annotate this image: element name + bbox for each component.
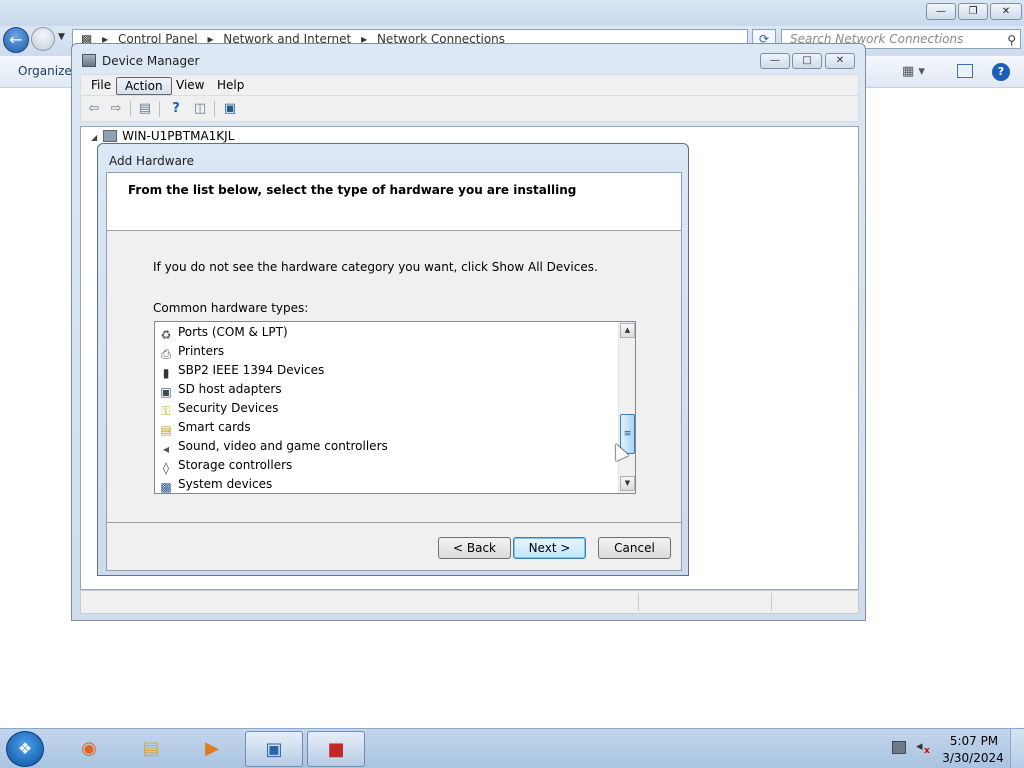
- list-item[interactable]: ♻ Ports (COM & LPT): [159, 323, 609, 342]
- add-hardware-dialog: Add Hardware From the list below, select…: [97, 143, 689, 576]
- scroll-down-icon[interactable]: ▼: [620, 476, 635, 491]
- printer-icon: ⎙: [161, 347, 171, 361]
- close-button[interactable]: ✕: [990, 3, 1022, 20]
- list-item-label: Sound, video and game controllers: [178, 439, 388, 453]
- list-item-label: System devices: [178, 477, 273, 491]
- explorer-titlebar: — ❐ ✕: [0, 0, 1024, 26]
- wizard-header: From the list below, select the type of …: [107, 173, 681, 231]
- list-item-label: Smart cards: [178, 420, 251, 434]
- back-arrow-icon[interactable]: ←: [3, 27, 29, 53]
- hardware-type-list[interactable]: ♻ Ports (COM & LPT) ⎙ Printers ▮ SBP2 IEEE …: [154, 321, 636, 494]
- minimize-button[interactable]: —: [760, 53, 790, 69]
- clock-time[interactable]: 5:07 PM: [946, 734, 1002, 748]
- help-icon[interactable]: ?: [167, 100, 185, 117]
- volume-icon[interactable]: ◂: [916, 739, 923, 754]
- list-item-label: SD host adapters: [178, 382, 282, 396]
- list-item[interactable]: ◂ Sound, video and game controllers: [159, 437, 609, 456]
- show-hide-console-tree-icon[interactable]: ▤: [136, 100, 154, 117]
- dialog-title: Add Hardware: [109, 154, 194, 168]
- toolbox-icon[interactable]: ■: [307, 731, 365, 767]
- show-desktop-button[interactable]: [1010, 729, 1024, 768]
- restore-button[interactable]: ❐: [958, 3, 988, 20]
- port-icon: ♻: [160, 328, 172, 342]
- list-item-label: Printers: [178, 344, 225, 358]
- smart-card-icon: ▤: [160, 423, 172, 437]
- dialog-body: From the list below, select the type of …: [106, 172, 682, 571]
- maximize-button[interactable]: □: [792, 53, 822, 69]
- list-item-label: Storage controllers: [178, 458, 293, 472]
- list-item[interactable]: ▣ SD host adapters: [159, 380, 609, 399]
- taskbar: ❖ ◉ ▤ ▶ ▣ ■ ◂ x 5:07 PM 3/30/2024: [0, 728, 1024, 768]
- list-item[interactable]: ▩ System devices: [159, 475, 609, 494]
- close-button[interactable]: ✕: [825, 53, 855, 69]
- list-item[interactable]: ⎙ Printers: [159, 342, 609, 361]
- help-icon[interactable]: ?: [992, 63, 1010, 81]
- menu-view[interactable]: View: [168, 77, 212, 95]
- list-item[interactable]: ⚿ Security Devices: [159, 399, 609, 418]
- scroll-up-icon[interactable]: ▲: [620, 323, 635, 338]
- toolbar: ⇦ ⇨ ▤ ? ◫ ▣: [80, 96, 859, 122]
- firefox-icon[interactable]: ◉: [60, 731, 118, 767]
- instructions-text: If you do not see the hardware category …: [153, 260, 598, 274]
- speaker-icon: ◂: [162, 442, 170, 456]
- toolbar-separator: [130, 101, 131, 117]
- key-icon: ⚿: [161, 404, 171, 418]
- computer-icon: ▩: [160, 480, 172, 494]
- window-title: Device Manager: [102, 54, 200, 68]
- tree-root-node[interactable]: ◢ WIN-U1PBTMA1KJL: [91, 129, 234, 143]
- control-panel-icon[interactable]: ▣: [245, 731, 303, 767]
- list-item-label: Security Devices: [178, 401, 279, 415]
- forward-arrow-icon[interactable]: [31, 27, 55, 51]
- device-manager-icon: [82, 54, 96, 67]
- computer-icon: [103, 130, 118, 142]
- forward-arrow-icon[interactable]: ⇨: [107, 100, 125, 117]
- cancel-button[interactable]: Cancel: [598, 537, 671, 559]
- wizard-header-text: From the list below, select the type of …: [128, 183, 577, 197]
- clock-date[interactable]: 3/30/2024: [940, 751, 1006, 765]
- minimize-button[interactable]: —: [926, 3, 956, 20]
- collapse-triangle-icon[interactable]: ◢: [91, 133, 97, 142]
- menu-help[interactable]: Help: [209, 77, 252, 95]
- menu-file[interactable]: File: [83, 77, 119, 95]
- status-separator: [771, 593, 772, 611]
- status-bar: [80, 590, 859, 614]
- list-item-label: Ports (COM & LPT): [178, 325, 288, 339]
- footer-divider: [107, 522, 681, 523]
- recent-pages-dropdown-icon[interactable]: ▼: [58, 32, 65, 42]
- list-item[interactable]: ▮ SBP2 IEEE 1394 Devices: [159, 361, 609, 380]
- show-action-pane-icon[interactable]: ◫: [191, 100, 209, 117]
- storage-controller-icon: ◊: [163, 461, 169, 475]
- network-icon[interactable]: [892, 741, 906, 754]
- toolbar-separator: [214, 101, 215, 117]
- menu-bar: File Action View Help: [80, 74, 859, 96]
- list-item[interactable]: ◊ Storage controllers: [159, 456, 609, 475]
- preview-pane-icon[interactable]: [957, 64, 973, 78]
- media-player-icon[interactable]: ▶: [183, 731, 241, 767]
- next-button[interactable]: Next >: [513, 537, 586, 559]
- organize-button[interactable]: Organize: [18, 64, 72, 78]
- status-separator: [638, 593, 639, 611]
- sd-card-icon: ▣: [160, 385, 172, 399]
- back-arrow-icon[interactable]: ⇦: [85, 100, 103, 117]
- search-icon[interactable]: ⚲: [1007, 31, 1016, 49]
- toolbar-separator: [159, 101, 160, 117]
- list-item-label: SBP2 IEEE 1394 Devices: [178, 363, 325, 377]
- muted-x-icon: x: [924, 746, 930, 756]
- list-item[interactable]: ▤ Smart cards: [159, 418, 609, 437]
- start-button[interactable]: ❖: [6, 731, 44, 767]
- list-label: Common hardware types:: [153, 301, 309, 315]
- vertical-scrollbar[interactable]: ▲ ≡ ▼: [618, 322, 635, 493]
- back-button[interactable]: < Back: [438, 537, 511, 559]
- file-explorer-icon[interactable]: ▤: [122, 731, 180, 767]
- change-view-icon[interactable]: ▦ ▾: [902, 64, 925, 79]
- scan-hardware-icon[interactable]: ▣: [221, 100, 239, 117]
- ieee1394-icon: ▮: [162, 366, 170, 380]
- menu-action[interactable]: Action: [116, 77, 172, 95]
- tree-root-label: WIN-U1PBTMA1KJL: [122, 129, 235, 143]
